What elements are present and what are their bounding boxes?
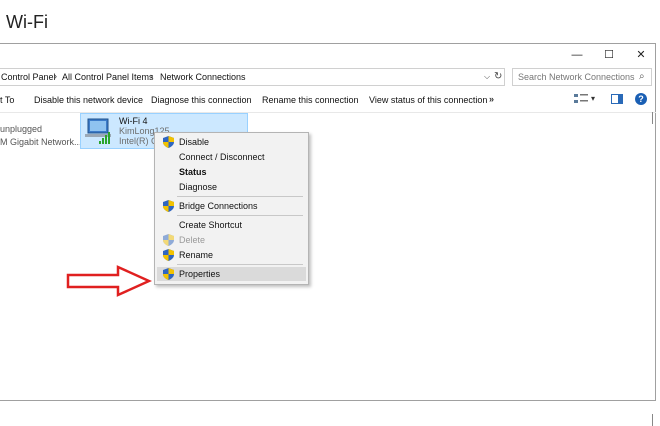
uac-shield-icon xyxy=(163,234,174,246)
menu-item-label: Rename xyxy=(179,250,214,260)
menu-item-label: Properties xyxy=(179,269,221,279)
menu-separator xyxy=(177,196,303,197)
change-view-icon[interactable] xyxy=(574,94,588,104)
menu-separator xyxy=(177,215,303,216)
menu-item-create-shortcut[interactable]: Create Shortcut xyxy=(157,218,306,232)
address-row: Control Panel › All Control Panel Items … xyxy=(0,68,656,88)
uac-shield-icon xyxy=(163,200,174,212)
search-input[interactable]: Search Network Connections ⌕ xyxy=(512,68,652,86)
network-adapter-icon xyxy=(85,118,111,144)
uac-shield-icon xyxy=(163,249,174,261)
search-icon[interactable]: ⌕ xyxy=(639,71,645,82)
menu-item-label: Disable xyxy=(179,137,210,147)
cmd-diagnose[interactable]: Diagnose this connection xyxy=(151,95,252,105)
ethernet-adapter[interactable]: unplugged M Gigabit Network... xyxy=(0,123,82,149)
menu-item-connect-disconnect[interactable]: Connect / Disconnect xyxy=(157,150,306,164)
search-placeholder: Search Network Connections xyxy=(518,72,635,82)
breadcrumb-separator[interactable]: › xyxy=(54,71,57,81)
view-dropdown-icon[interactable]: ▾ xyxy=(591,94,595,103)
breadcrumb-control-panel[interactable]: Control Panel xyxy=(1,72,56,82)
breadcrumb-network-connections[interactable]: Network Connections xyxy=(160,72,246,82)
menu-item-diagnose[interactable]: Diagnose xyxy=(157,180,306,194)
page-title: Wi-Fi xyxy=(6,12,48,32)
preview-pane-icon[interactable] xyxy=(611,94,623,104)
command-bar: t To Disable this network device Diagnos… xyxy=(0,90,656,113)
adapter-device: M Gigabit Network... xyxy=(0,137,82,147)
address-dropdown-icon[interactable]: ⌵ xyxy=(484,72,490,82)
menu-item-label: Bridge Connections xyxy=(179,201,258,211)
menu-item-status[interactable]: Status xyxy=(157,165,306,179)
menu-item-label: Create Shortcut xyxy=(179,220,243,230)
scrollbar-top-mark xyxy=(652,112,653,124)
cmd-connect-to[interactable]: t To xyxy=(0,95,14,105)
more-commands-button[interactable]: » xyxy=(489,94,494,104)
window-titlebar: — ☐ ✕ xyxy=(0,44,655,66)
minimize-button[interactable]: — xyxy=(562,46,592,64)
help-icon[interactable]: ? xyxy=(635,93,647,105)
menu-item-properties[interactable]: Properties xyxy=(157,267,306,281)
breadcrumb-separator[interactable]: › xyxy=(150,71,153,81)
cmd-rename[interactable]: Rename this connection xyxy=(262,95,359,105)
adapter-status: unplugged xyxy=(0,124,43,134)
breadcrumb-all-items[interactable]: All Control Panel Items xyxy=(62,72,154,82)
refresh-icon[interactable]: ↻ xyxy=(494,71,502,82)
network-connections-window: — ☐ ✕ Control Panel › All Control Panel … xyxy=(0,43,656,426)
menu-item-delete: Delete xyxy=(157,233,306,247)
menu-item-disable[interactable]: Disable xyxy=(157,135,306,149)
uac-shield-icon xyxy=(163,136,174,148)
cmd-view-status[interactable]: View status of this connection xyxy=(369,95,487,105)
maximize-button[interactable]: ☐ xyxy=(594,46,624,64)
red-arrow-annotation xyxy=(66,265,152,297)
menu-item-label: Connect / Disconnect xyxy=(179,152,265,162)
cmd-disable-device[interactable]: Disable this network device xyxy=(34,95,143,105)
uac-shield-icon xyxy=(163,268,174,280)
address-bar[interactable]: Control Panel › All Control Panel Items … xyxy=(0,68,505,86)
wifi-adapter-name: Wi-Fi 4 xyxy=(119,116,148,126)
close-button[interactable]: ✕ xyxy=(626,46,656,64)
menu-item-label: Diagnose xyxy=(179,182,218,192)
menu-item-label: Delete xyxy=(179,235,206,245)
menu-item-rename[interactable]: Rename xyxy=(157,248,306,262)
menu-separator xyxy=(177,264,303,265)
scrollbar-bottom-mark xyxy=(652,414,653,426)
context-menu: Disable Connect / Disconnect Status Diag… xyxy=(154,132,309,285)
menu-item-bridge-connections[interactable]: Bridge Connections xyxy=(157,199,306,213)
menu-item-label: Status xyxy=(179,167,207,177)
